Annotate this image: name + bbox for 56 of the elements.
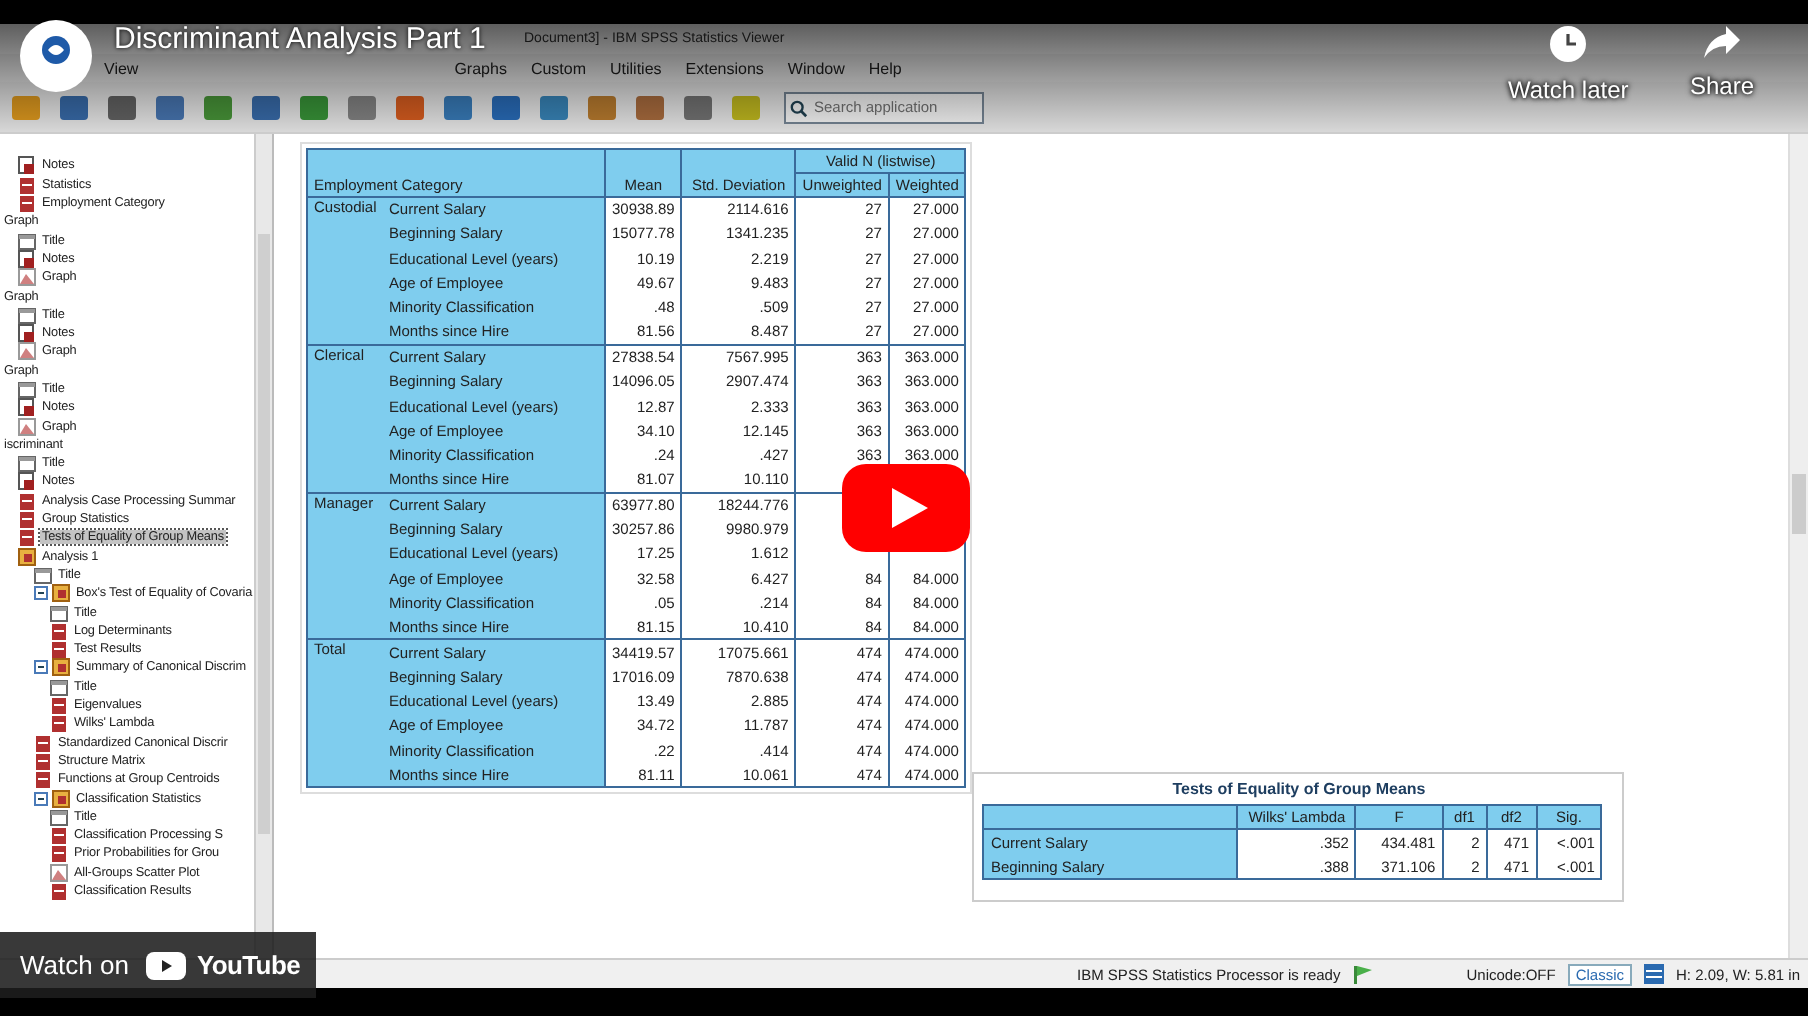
table-icon: [18, 510, 36, 529]
title-icon: [50, 677, 68, 696]
notes-icon: [18, 249, 36, 268]
graph-icon: [50, 863, 68, 882]
play-button-icon[interactable]: [842, 464, 970, 552]
expander-icon[interactable]: [34, 791, 48, 806]
notes-icon: [18, 156, 36, 175]
notes-icon: [18, 472, 36, 491]
table-title: Tests of Equality of Group Means: [1170, 780, 1428, 799]
title-icon: [50, 807, 68, 826]
expander-icon[interactable]: [34, 586, 48, 601]
graph-icon: [18, 417, 36, 436]
table-icon: [50, 621, 68, 640]
title-icon: [34, 565, 52, 584]
table-icon: [50, 696, 68, 715]
expander-icon[interactable]: [34, 660, 48, 675]
clock-icon[interactable]: [1548, 24, 1589, 64]
book-icon: [52, 658, 70, 677]
graph-icon: [18, 268, 36, 287]
title-icon: [18, 380, 36, 398]
table-icon: [1644, 964, 1665, 984]
share-icon[interactable]: [1702, 24, 1743, 60]
table-icon: [34, 770, 52, 789]
table-icon: [50, 714, 68, 733]
table-icon: [34, 751, 52, 770]
menu-item[interactable]: Extensions: [685, 59, 764, 77]
video-title[interactable]: Discriminant Analysis Part 1: [114, 24, 486, 56]
table-icon: [18, 491, 36, 510]
notes-icon: [18, 398, 36, 417]
search-icon: [790, 99, 808, 117]
table-icon: [18, 528, 36, 547]
notes-icon: [18, 324, 36, 343]
play-logo-icon: [146, 951, 187, 979]
watch-on-youtube-button[interactable]: Watch on YouTube: [0, 932, 316, 998]
table-icon: [50, 844, 68, 863]
menu-item[interactable]: Help: [868, 59, 902, 77]
channel-logo-icon[interactable]: [20, 20, 92, 92]
table-icon: [18, 194, 36, 213]
table-icon: [18, 175, 36, 194]
menu-item[interactable]: Utilities: [610, 59, 662, 77]
scrollbar[interactable]: [1788, 134, 1808, 958]
table-icon: [34, 733, 52, 752]
menu-item[interactable]: View: [104, 59, 139, 77]
title-icon: [50, 603, 68, 622]
table-icon: [50, 640, 68, 659]
table-icon: [50, 826, 68, 845]
menu-item[interactable]: Custom: [530, 59, 586, 77]
title-icon: [18, 454, 36, 473]
book-icon: [52, 789, 70, 808]
flag-icon: [1352, 964, 1375, 984]
graph-icon: [18, 342, 36, 361]
title-icon: [18, 231, 36, 250]
title-icon: [18, 305, 36, 324]
menu-item[interactable]: Graphs: [454, 59, 507, 77]
table-icon: [50, 882, 68, 901]
menu-item[interactable]: Window: [787, 59, 845, 77]
